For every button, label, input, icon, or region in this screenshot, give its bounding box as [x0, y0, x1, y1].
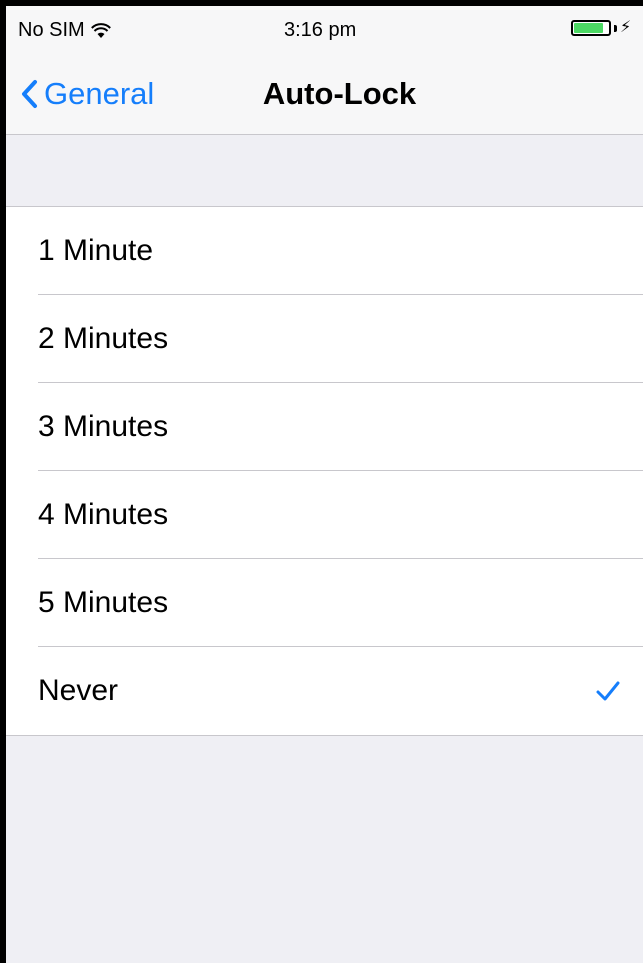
- option-label: 5 Minutes: [38, 586, 169, 619]
- option-label: 4 Minutes: [38, 498, 169, 531]
- bolt-icon: ⚡︎: [620, 19, 632, 36]
- list-item[interactable]: 5 Minutes: [6, 559, 643, 647]
- list-item[interactable]: 3 Minutes: [6, 383, 643, 471]
- wifi-icon: [90, 22, 111, 38]
- list-item[interactable]: 2 Minutes: [6, 295, 643, 383]
- option-label: Never: [38, 674, 119, 707]
- list-item[interactable]: 1 Minute: [6, 207, 643, 295]
- list-item[interactable]: 4 Minutes: [6, 471, 643, 559]
- battery-level: [574, 23, 603, 33]
- page-title: Auto-Lock: [262, 76, 417, 111]
- battery-indicator: ⚡︎: [571, 20, 631, 36]
- battery-icon: [571, 20, 611, 36]
- carrier-status: No SIM: [18, 19, 111, 42]
- battery-nub: [614, 24, 617, 32]
- checkmark-icon: [596, 681, 620, 701]
- header: No SIM 3:16 pm ⚡︎ General Auto-Lock: [6, 6, 643, 135]
- option-label: 2 Minutes: [38, 322, 169, 355]
- navigation-bar: General Auto-Lock: [6, 56, 643, 134]
- option-label: 3 Minutes: [38, 410, 169, 443]
- list-item[interactable]: Never: [6, 647, 643, 735]
- auto-lock-options-list: 1 Minute 2 Minutes 3 Minutes 4 Minutes 5 Min…: [6, 206, 643, 736]
- status-bar: No SIM 3:16 pm ⚡︎: [6, 6, 643, 56]
- option-label: 1 Minute: [38, 234, 154, 267]
- carrier-label: No SIM: [18, 19, 85, 41]
- clock: 3:16 pm: [284, 19, 357, 41]
